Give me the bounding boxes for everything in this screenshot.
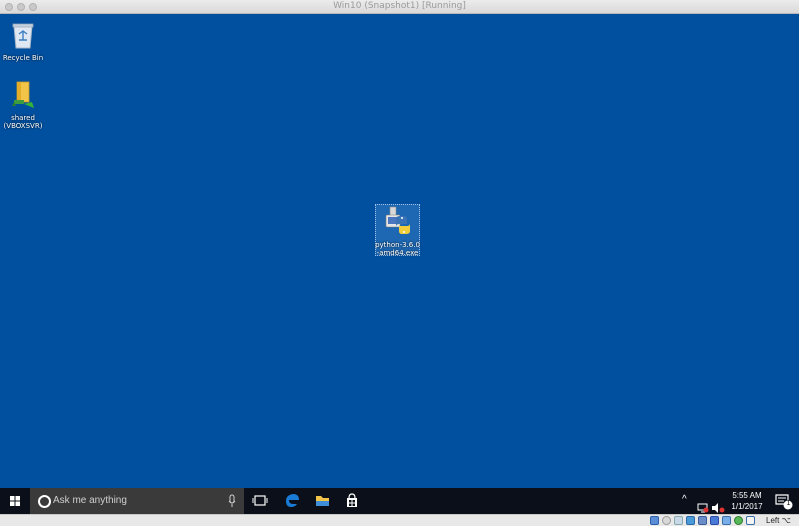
notification-count: 1	[786, 500, 791, 507]
recycle-bin-icon	[12, 23, 34, 49]
desktop-icon-shared-vboxsvr[interactable]: shared (VBOXSVR)	[1, 80, 45, 130]
mouse-integration-icon[interactable]	[746, 516, 755, 525]
windows-logo-icon	[10, 496, 20, 506]
store-icon	[347, 493, 357, 507]
file-explorer-button[interactable]	[308, 488, 336, 514]
notification-icon	[775, 494, 793, 510]
display-icon[interactable]	[722, 516, 731, 525]
python-installer-icon	[385, 206, 410, 234]
virtualbox-status-bar: Left ⌥	[0, 514, 799, 526]
task-view-button[interactable]	[246, 488, 274, 514]
edge-button[interactable]	[278, 488, 306, 514]
task-view-icon	[252, 495, 268, 506]
start-button[interactable]	[0, 488, 30, 514]
usb-icon[interactable]	[698, 516, 707, 525]
desktop-icon-label: shared (VBOXSVR)	[3, 114, 43, 130]
desktop: Recycle Bin shared (VBOXSVR) python-3.6.…	[0, 14, 799, 488]
window-title: Win10 (Snapshot1) [Running]	[333, 1, 466, 11]
cortana-icon	[38, 495, 51, 508]
desktop-icon-label: python-3.6.0 -amd64.exe	[375, 241, 420, 257]
action-center-button[interactable]: 1	[770, 488, 798, 514]
video-capture-icon[interactable]	[734, 516, 743, 525]
file-explorer-icon	[316, 496, 329, 506]
taskbar: Ask me anything ^ 5:55 AM 1/1/2017 1	[0, 488, 799, 514]
hard-disk-icon[interactable]	[650, 516, 659, 525]
desktop-icon-label: Recycle Bin	[2, 54, 44, 62]
edge-icon	[286, 494, 299, 507]
network-share-icon	[12, 81, 34, 108]
shared-folders-icon[interactable]	[710, 516, 719, 525]
search-input[interactable]: Ask me anything	[53, 495, 127, 506]
cortana-search-box[interactable]: Ask me anything	[30, 488, 244, 514]
clock-date: 1/1/2017	[731, 502, 763, 511]
optical-drive-icon[interactable]	[662, 516, 671, 525]
store-button[interactable]	[338, 488, 366, 514]
desktop-icon-python-installer[interactable]: python-3.6.0 -amd64.exe	[375, 205, 420, 257]
network-icon[interactable]	[686, 516, 695, 525]
window-titlebar: Win10 (Snapshot1) [Running]	[0, 0, 799, 14]
host-key-label: Left ⌥	[766, 516, 791, 525]
clock-time: 5:55 AM	[732, 491, 762, 500]
clock[interactable]: 5:55 AM 1/1/2017	[728, 490, 766, 516]
microphone-icon[interactable]	[228, 494, 236, 508]
desktop-icon-recycle-bin[interactable]: Recycle Bin	[1, 20, 45, 62]
audio-icon[interactable]	[674, 516, 683, 525]
